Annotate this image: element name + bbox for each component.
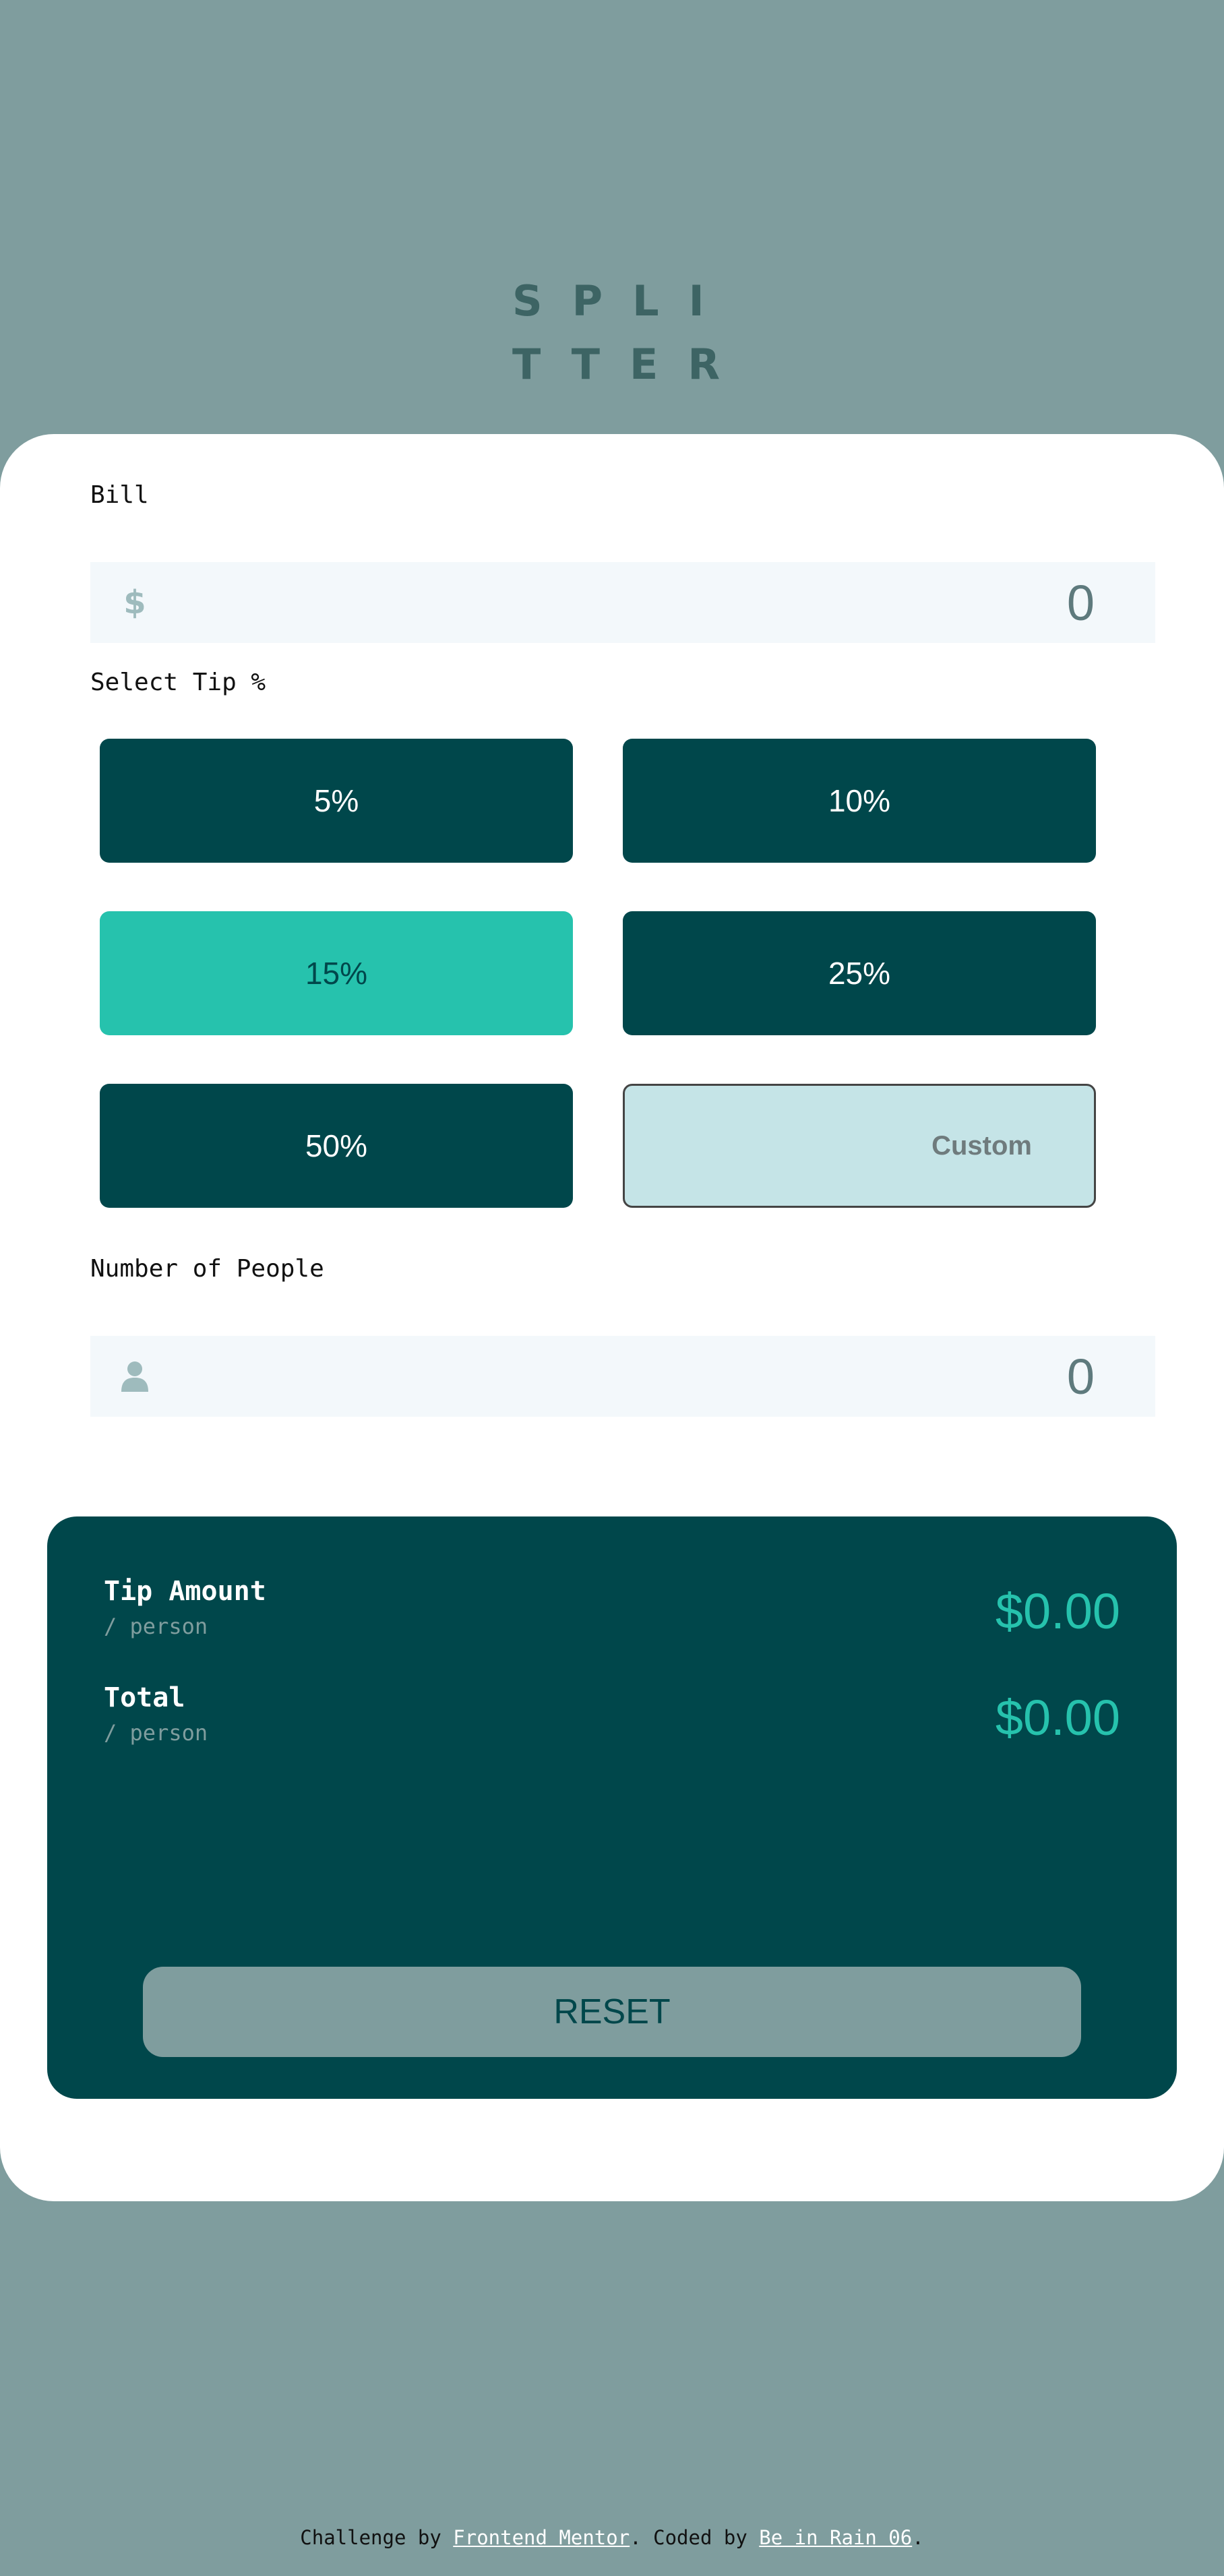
bill-input[interactable]: $ 0 — [90, 562, 1155, 643]
total-sub: / person — [104, 1720, 208, 1746]
reset-button-label: RESET — [553, 1992, 671, 2031]
footer-middle: . Coded by — [630, 2526, 760, 2549]
author-link[interactable]: Be in Rain 06 — [759, 2526, 912, 2549]
tip-button-label: 25% — [828, 956, 891, 991]
calculator-card: Bill $ 0 Select Tip % 5% 10% 15% 25% 50%… — [0, 434, 1224, 2201]
tip-button-label: 10% — [828, 783, 891, 818]
reset-button[interactable]: RESET — [143, 1967, 1081, 2057]
tip-button-5[interactable]: 5% — [100, 739, 573, 863]
dollar-icon: $ — [115, 582, 155, 623]
person-icon — [115, 1356, 155, 1397]
tip-button-label: 50% — [305, 1128, 368, 1163]
custom-tip-input[interactable]: Custom — [623, 1084, 1096, 1208]
bill-value: 0 — [1066, 575, 1095, 631]
custom-tip-placeholder: Custom — [931, 1130, 1032, 1161]
attribution-footer: Challenge by Frontend Mentor. Coded by B… — [0, 2526, 1224, 2549]
svg-text:$: $ — [123, 586, 146, 619]
tip-amount-row: Tip Amount / person — [104, 1576, 1115, 1639]
bill-label: Bill — [90, 481, 149, 509]
total-value: $0.00 — [995, 1690, 1120, 1746]
people-value: 0 — [1066, 1349, 1095, 1405]
total-row: Total / person — [104, 1682, 1115, 1746]
footer-suffix: . — [912, 2526, 924, 2549]
tip-button-50[interactable]: 50% — [100, 1084, 573, 1208]
people-input[interactable]: 0 — [90, 1336, 1155, 1417]
frontend-mentor-link[interactable]: Frontend Mentor — [453, 2526, 630, 2549]
tip-amount-sub: / person — [104, 1614, 208, 1639]
tip-button-25[interactable]: 25% — [623, 911, 1096, 1035]
tip-button-label: 15% — [305, 956, 368, 991]
logo-line-2: TTER — [512, 340, 750, 389]
tip-button-15[interactable]: 15% — [100, 911, 573, 1035]
tip-amount-title: Tip Amount — [104, 1576, 266, 1607]
number-of-people-label: Number of People — [90, 1255, 324, 1283]
tip-button-10[interactable]: 10% — [623, 739, 1096, 863]
result-panel: Tip Amount / person $0.00 Total / person… — [47, 1516, 1177, 2099]
tip-button-label: 5% — [313, 783, 359, 818]
footer-prefix: Challenge by — [300, 2526, 454, 2549]
tip-amount-value: $0.00 — [995, 1583, 1120, 1639]
app-logo: SPLI TTER — [512, 270, 750, 396]
logo-line-1: SPLI — [512, 276, 734, 326]
total-title: Total — [104, 1682, 185, 1713]
select-tip-label: Select Tip % — [90, 669, 266, 696]
